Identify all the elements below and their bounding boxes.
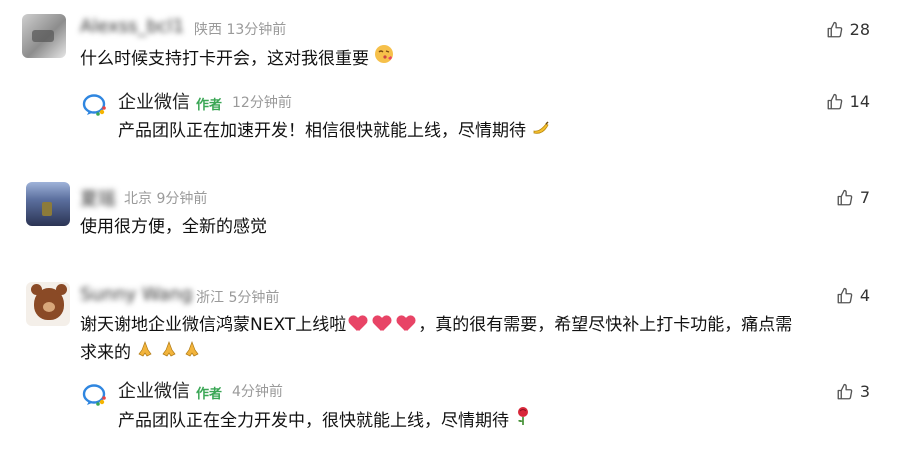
comment-time: 9分钟前: [156, 191, 208, 207]
author-badge: 作者: [196, 98, 223, 113]
reply-time: 4分钟前: [232, 384, 283, 400]
user-avatar[interactable]: [26, 282, 70, 326]
reply-text: 产品团队正在全力开发中，很快就能上线，尽情期待: [118, 406, 532, 436]
wecom-logo-icon[interactable]: [82, 92, 108, 118]
comment-time: 13分钟前: [226, 22, 287, 38]
comment-meta: 浙江 5分钟前: [196, 287, 279, 307]
like-button[interactable]: 3: [836, 382, 870, 401]
comment-meta: 陕西 13分钟前: [194, 19, 286, 39]
comment-location: 陕西: [194, 22, 222, 38]
praying-hands-emoji-icon: [160, 338, 178, 368]
praying-hands-emoji-icon: [183, 338, 201, 368]
reply-username[interactable]: 企业微信: [118, 377, 190, 403]
kiss-emoji-icon: [374, 44, 394, 74]
banana-emoji-icon: [531, 116, 551, 146]
reply-text: 产品团队正在加速开发！相信很快就能上线，尽情期待: [118, 116, 551, 146]
like-count: 28: [849, 20, 870, 39]
rose-emoji-icon: [514, 406, 532, 436]
user-avatar[interactable]: [26, 182, 70, 226]
like-button[interactable]: 4: [836, 286, 870, 305]
like-count: 7: [859, 188, 870, 207]
reply-time: 12分钟前: [232, 95, 292, 111]
comment-text: 谢天谢地企业微信鸿蒙NEXT上线啦 ，真的很有需要，希望尽快补上打卡功能，痛点需: [80, 315, 793, 335]
user-avatar[interactable]: [22, 14, 66, 58]
comment-username[interactable]: 夏瑶: [80, 185, 116, 211]
heart-emoji-icon: [349, 316, 367, 332]
comment-text: 什么时候支持打卡开会，这对我很重要: [80, 44, 394, 74]
like-button[interactable]: 14: [826, 92, 870, 111]
thumbs-up-icon: [837, 287, 853, 303]
comment-meta: 北京 9分钟前: [124, 188, 207, 208]
like-count: 14: [849, 92, 870, 111]
thumbs-up-icon: [827, 93, 842, 109]
comment-location: 浙江: [196, 290, 224, 306]
like-count: 4: [859, 286, 870, 305]
wecom-logo-icon[interactable]: [82, 382, 108, 408]
like-button[interactable]: 7: [836, 188, 870, 207]
comment-time: 5分钟前: [228, 290, 280, 306]
like-count: 3: [859, 382, 870, 401]
comment-text: 使用很方便，全新的感觉: [80, 217, 267, 237]
comment-username[interactable]: Sunny Wang: [80, 284, 193, 305]
comment-username[interactable]: Alexss_bcl1: [80, 16, 184, 37]
heart-emoji-icon: [373, 316, 391, 332]
author-badge: 作者: [196, 387, 223, 402]
bear-avatar-icon: [31, 284, 67, 320]
thumbs-up-icon: [827, 21, 842, 37]
reply-username[interactable]: 企业微信: [118, 88, 190, 114]
comment-text-line2: 求来的: [80, 338, 201, 368]
praying-hands-emoji-icon: [136, 338, 154, 368]
comment-location: 北京: [124, 191, 152, 207]
like-button[interactable]: 28: [826, 20, 870, 39]
heart-emoji-icon: [397, 316, 415, 332]
thumbs-up-icon: [837, 189, 853, 205]
thumbs-up-icon: [837, 383, 853, 399]
